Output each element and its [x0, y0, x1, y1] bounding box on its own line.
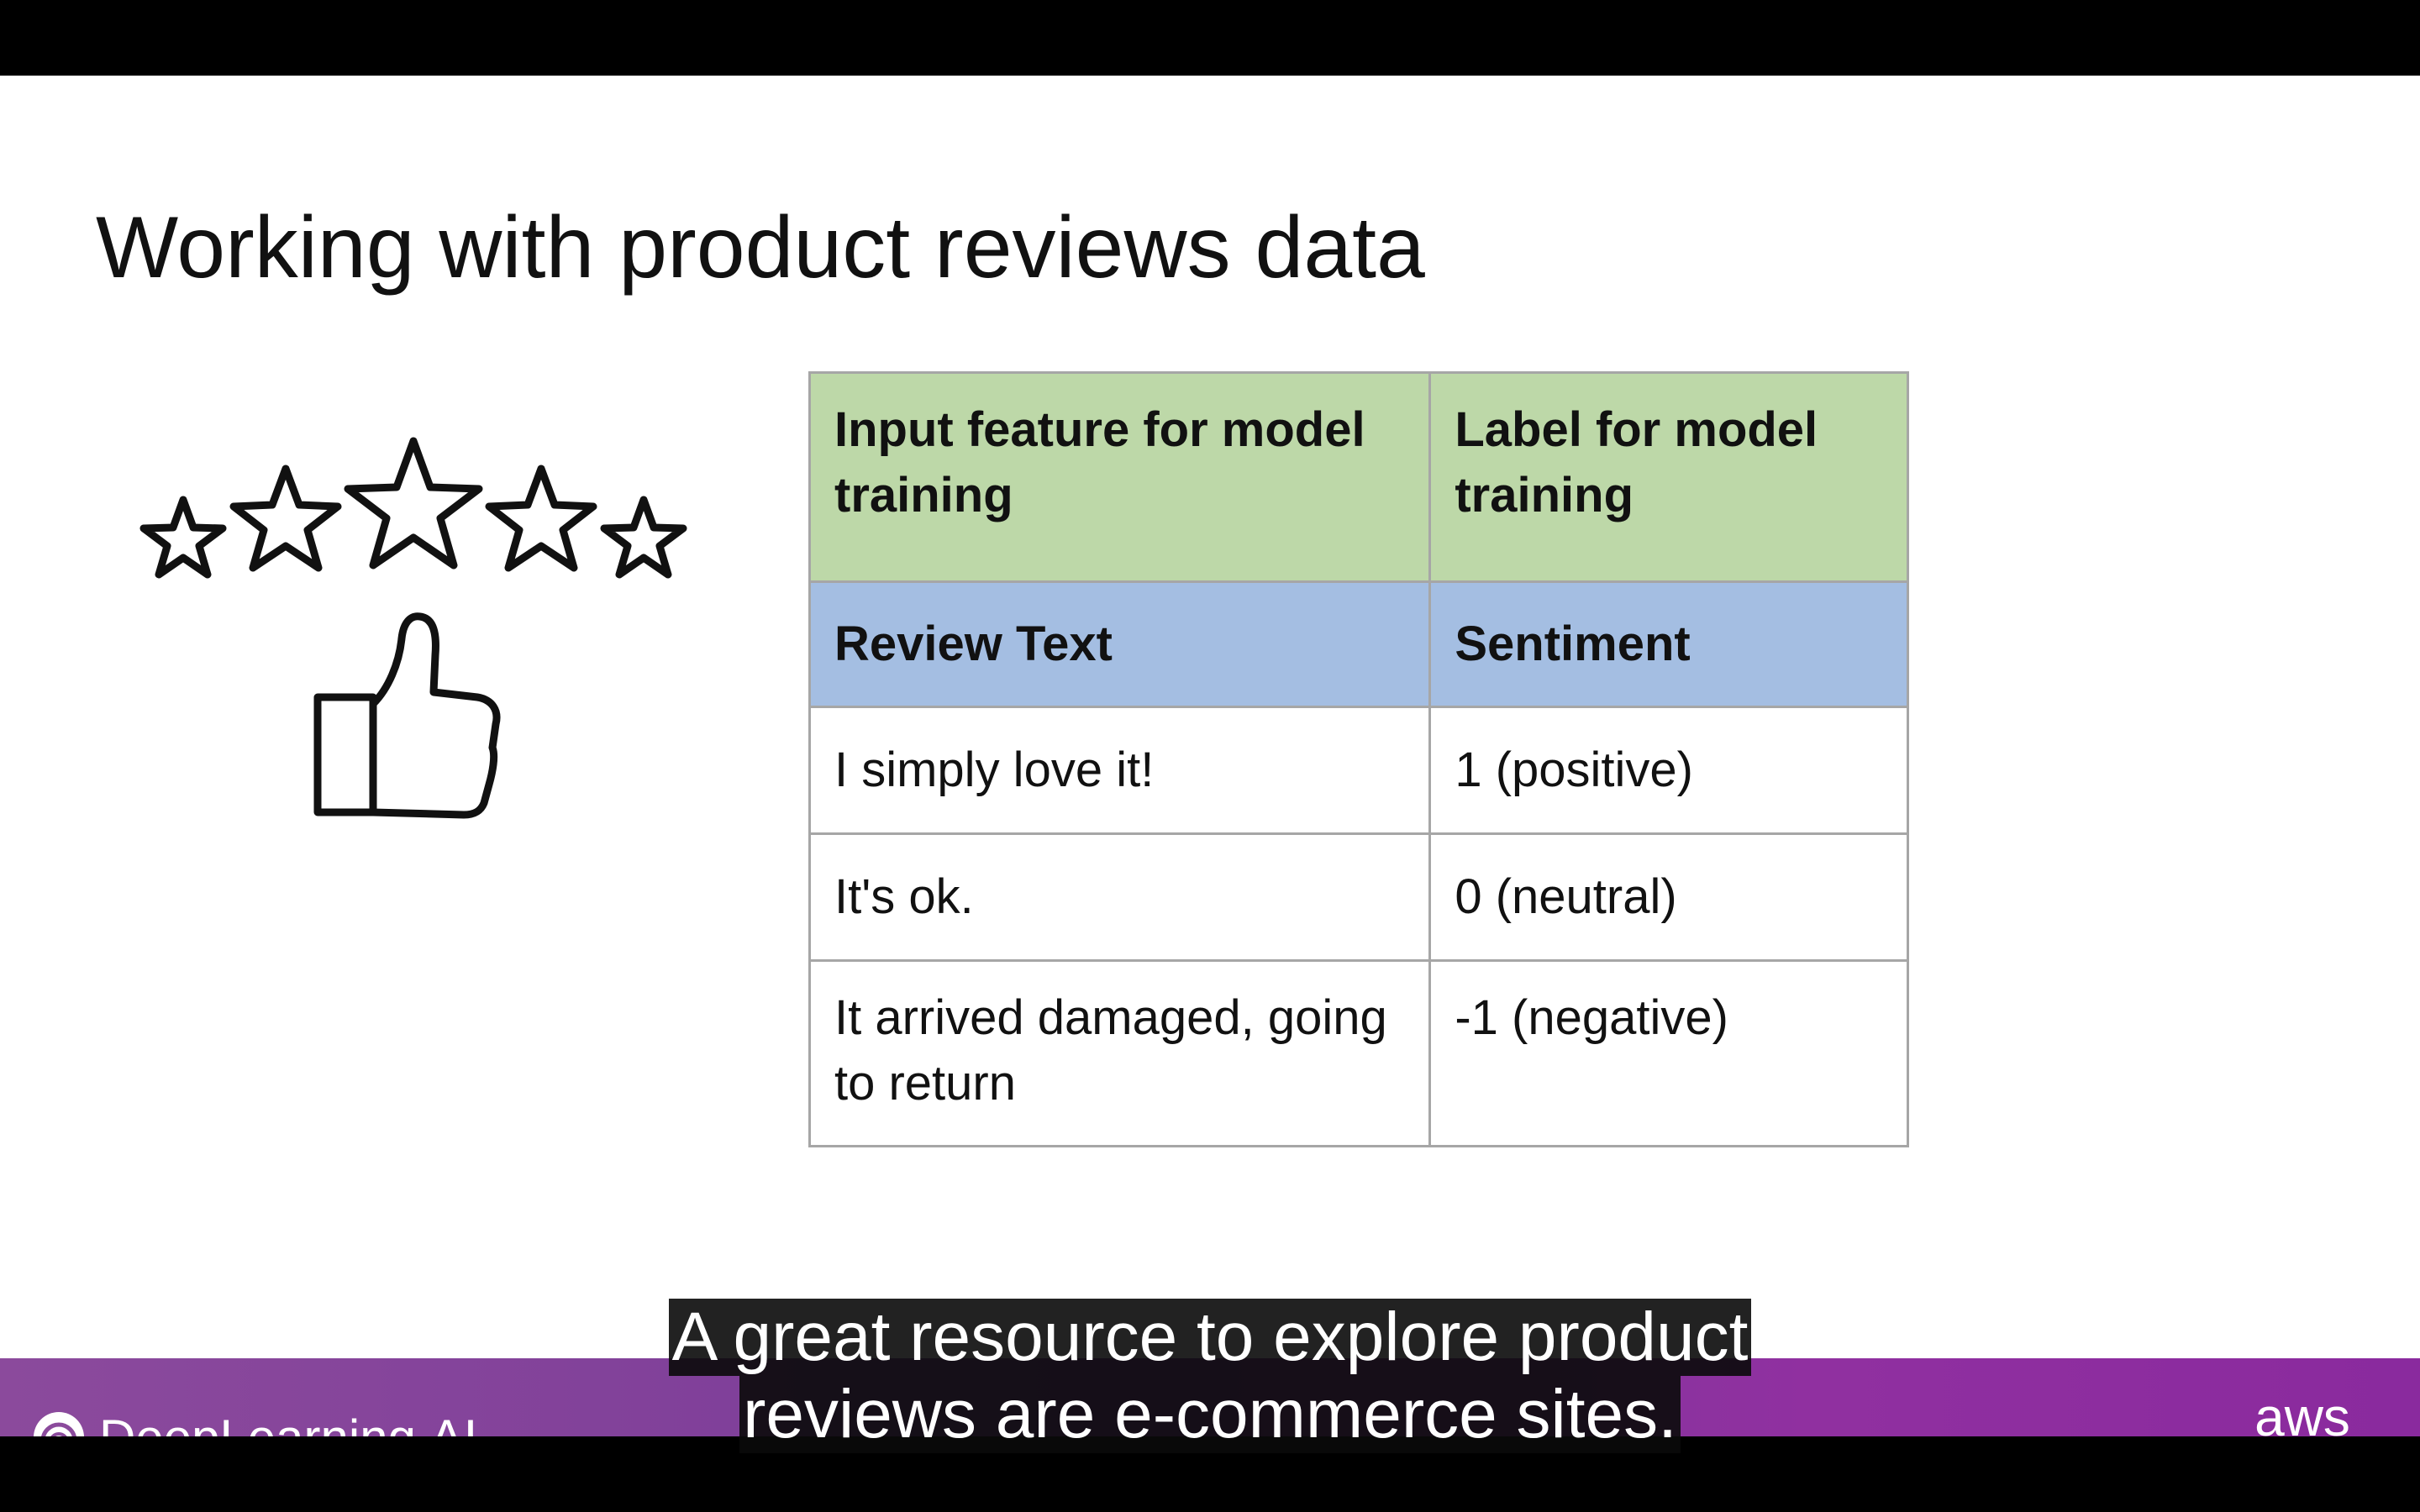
table-row: It arrived damaged, going to return -1 (… [808, 959, 1909, 1147]
sentiment-cell: 0 (neutral) [1428, 832, 1909, 962]
slide-title: Working with product reviews data [96, 199, 1425, 297]
sentiment-cell: 1 (positive) [1428, 706, 1909, 835]
caption-line-2: reviews are e-commerce sites. [739, 1376, 1681, 1453]
video-caption: A great resource to explore product revi… [0, 1299, 2420, 1453]
thumbs-up-icon [313, 612, 501, 819]
caption-line-1: A great resource to explore product [668, 1299, 1752, 1376]
reviews-table: Input feature for model training Label f… [808, 371, 1909, 1147]
header-label: Label for model training [1428, 371, 1909, 583]
table-row: It's ok. 0 (neutral) [808, 832, 1909, 962]
star-icon [344, 437, 483, 570]
star-icon [485, 465, 597, 572]
header-input-feature: Input feature for model training [808, 371, 1432, 583]
slide: Working with product reviews data Input … [0, 76, 2420, 1436]
sentiment-cell: -1 (negative) [1428, 959, 1909, 1147]
feature-sentiment: Sentiment [1428, 580, 1909, 708]
table-row: I simply love it! 1 (positive) [808, 706, 1909, 835]
video-frame: Working with product reviews data Input … [0, 0, 2420, 1512]
review-cell: It arrived damaged, going to return [808, 959, 1432, 1147]
review-cell: It's ok. [808, 832, 1432, 962]
five-star-rating-icon [139, 437, 687, 579]
review-graphic [126, 353, 714, 823]
feature-review-text: Review Text [808, 580, 1432, 708]
table-header-row: Input feature for model training Label f… [808, 371, 1909, 583]
star-icon [229, 465, 342, 572]
review-cell: I simply love it! [808, 706, 1432, 835]
star-icon [600, 496, 687, 579]
star-icon [139, 496, 227, 579]
table-feature-row: Review Text Sentiment [808, 580, 1909, 708]
